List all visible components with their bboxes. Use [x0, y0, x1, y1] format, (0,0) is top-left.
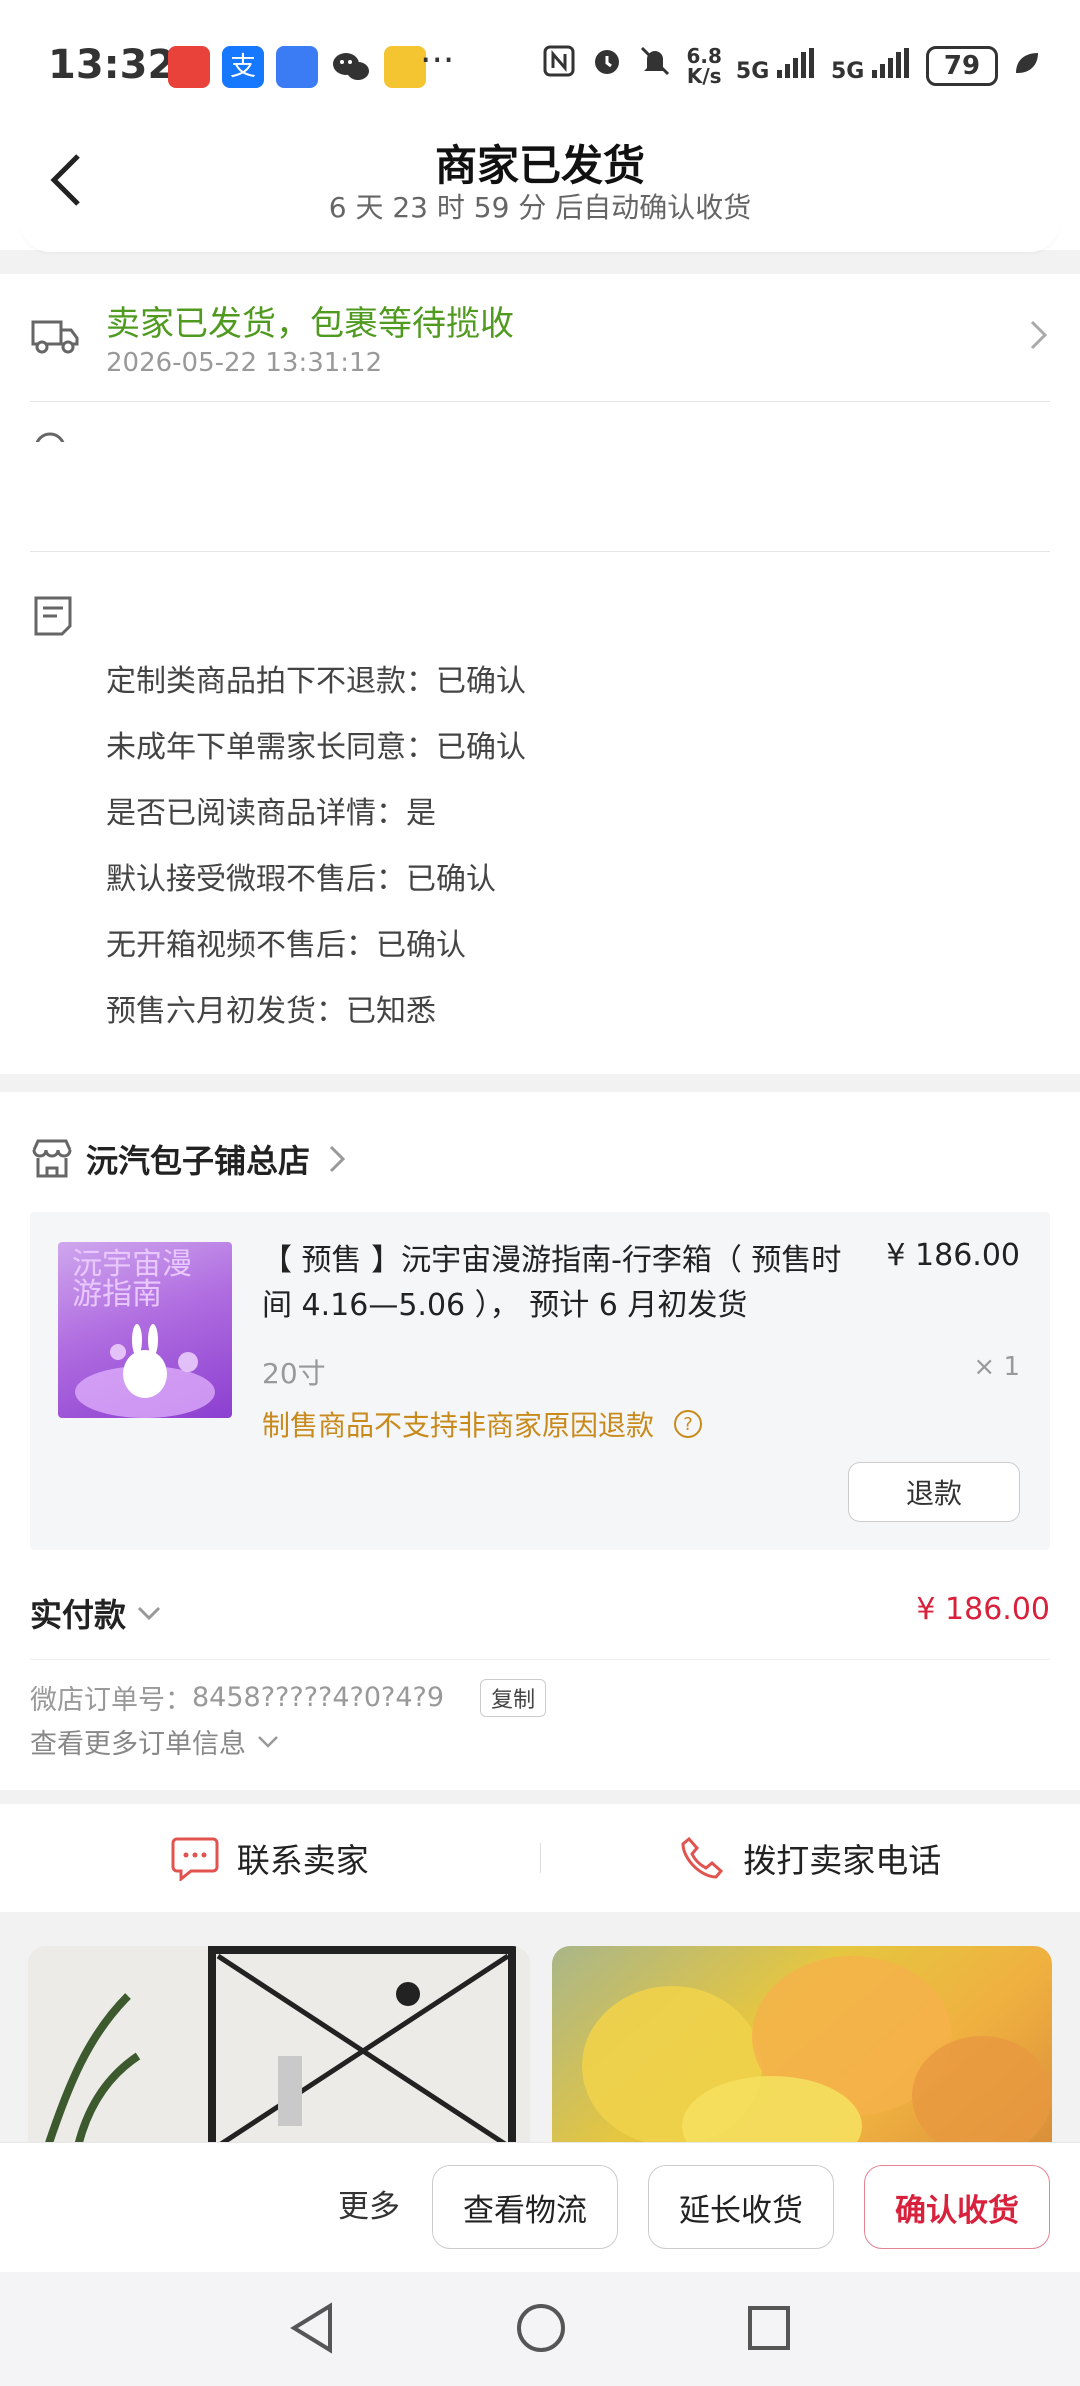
- system-navigation-bar: [0, 2272, 1080, 2386]
- address-redacted: [30, 442, 1050, 512]
- remark-line: 未成年下单需家长同意：已确认: [106, 730, 526, 765]
- note-icon: [34, 596, 72, 636]
- alipay-icon: 支: [222, 46, 264, 88]
- chevron-down-icon: [258, 1735, 278, 1748]
- contact-seller-button[interactable]: 联系卖家: [0, 1834, 540, 1882]
- chevron-down-icon: [137, 1606, 161, 1621]
- copy-button[interactable]: 复制: [480, 1678, 547, 1717]
- refund-button[interactable]: 退款: [848, 1462, 1020, 1522]
- store-icon: [32, 1139, 72, 1178]
- more-order-info-label: 查看更多订单信息: [30, 1729, 246, 1760]
- refund-warning: 制售商品不支持非商家原因退款 ?: [262, 1404, 703, 1444]
- recommended-product[interactable]: [28, 1946, 530, 2146]
- truck-icon: [31, 320, 79, 354]
- nav-home-icon[interactable]: [516, 2302, 566, 2354]
- product-price: ¥ 186.00: [886, 1238, 1020, 1273]
- order-number-row: 微店订单号： 8458?????4?0?4?9 复制: [30, 1678, 547, 1717]
- xinhua-news-icon: [168, 46, 210, 88]
- paid-amount-row: 实付款 ¥ 186.00: [30, 1560, 1050, 1660]
- alarm-icon: [590, 44, 624, 87]
- product-quantity: × 1: [973, 1352, 1020, 1382]
- nfc-icon: [542, 44, 576, 87]
- shipping-status: 卖家已发货，包裹等待揽收: [106, 304, 514, 344]
- order-number-label: 微店订单号：: [30, 1685, 192, 1716]
- nav-back-icon[interactable]: [288, 2302, 336, 2354]
- shipping-time: 2026-05-22 13:31:12: [106, 348, 383, 378]
- more-notifications-icon: ···: [420, 40, 455, 81]
- remark-line: 预售六月初发货：已知悉: [106, 994, 436, 1029]
- chevron-right-icon: [1030, 320, 1048, 350]
- status-bar: 13:32 支 ··· 6.8 K/s 5G 5G 79: [0, 0, 1080, 130]
- remark-line: 默认接受微瑕不售后：已确认: [106, 862, 496, 897]
- shipping-status-row[interactable]: 卖家已发货，包裹等待揽收 2026-05-22 13:31:12: [30, 274, 1050, 402]
- paid-label-toggle[interactable]: 实付款: [30, 1590, 162, 1636]
- order-action-bar: 更多 查看物流 延长收货 确认收货: [0, 2142, 1080, 2272]
- refund-warning-text: 制售商品不支持非商家原因退款: [262, 1409, 655, 1442]
- notification-icons: 支: [168, 46, 426, 88]
- assistant-icon: [276, 46, 318, 88]
- recommended-product[interactable]: [552, 1946, 1052, 2146]
- call-seller-button[interactable]: 拨打卖家电话: [541, 1834, 1080, 1882]
- goods-item[interactable]: 沅宇宙漫游指南 【 预售 】沅宇宙漫游指南-行李箱（ 预售时间 4.16—5.0…: [30, 1212, 1050, 1550]
- remark-line: 是否已阅读商品详情：是: [106, 796, 436, 831]
- order-number: 8458?????4?0?4?9: [192, 1682, 445, 1713]
- product-spec: 20寸: [262, 1357, 326, 1390]
- remark-line: 定制类商品拍下不退款：已确认: [106, 664, 526, 699]
- contact-bar: 联系卖家 拨打卖家电话: [0, 1804, 1080, 1912]
- clock: 13:32: [48, 42, 176, 88]
- shop-header[interactable]: 沅汽包子铺总店: [30, 1124, 346, 1194]
- paid-amount: ¥ 186.00: [916, 1592, 1050, 1627]
- leaf-icon: [1012, 46, 1040, 86]
- contact-seller-label: 联系卖家: [236, 1841, 369, 1880]
- help-icon[interactable]: ?: [674, 1410, 703, 1438]
- signal-1: 5G: [736, 47, 817, 84]
- shop-card: 沅汽包子铺总店 沅宇宙漫游指南 【 预售 】沅宇宙漫游指南-行李箱（ 预售时间 …: [0, 1092, 1080, 1790]
- product-photo: [582, 1956, 1052, 2146]
- chevron-right-icon: [329, 1145, 346, 1173]
- product-photo: [28, 1946, 530, 2146]
- paid-label: 实付款: [30, 1596, 127, 1634]
- header-curve: [20, 222, 1060, 252]
- battery-icon: 79: [926, 45, 998, 86]
- address-row[interactable]: [30, 402, 1050, 552]
- system-status-icons: 6.8 K/s 5G 5G 79: [542, 44, 1040, 87]
- product-thumbnail[interactable]: 沅宇宙漫游指南: [58, 1242, 232, 1418]
- nav-recents-icon[interactable]: [746, 2302, 792, 2354]
- phone-icon: [681, 1836, 724, 1879]
- mute-icon: [638, 44, 672, 87]
- confirm-receipt-button[interactable]: 确认收货: [864, 2165, 1050, 2249]
- wechat-icon: [330, 46, 372, 88]
- more-order-info[interactable]: 查看更多订单信息: [30, 1722, 280, 1761]
- auto-confirm-countdown: 6 天 23 时 59 分 后自动确认收货: [328, 191, 752, 224]
- more-actions-button[interactable]: 更多: [338, 2181, 400, 2226]
- extend-receipt-button[interactable]: 延长收货: [648, 2165, 834, 2249]
- order-info-card: 卖家已发货，包裹等待揽收 2026-05-22 13:31:12 定制类商品拍下…: [0, 274, 1080, 1074]
- view-logistics-button[interactable]: 查看物流: [432, 2165, 618, 2249]
- bunny-illustration: [75, 1324, 215, 1418]
- signal-2: 5G: [831, 47, 912, 84]
- page-title: 商家已发货: [434, 141, 645, 190]
- chat-icon: [171, 1837, 219, 1881]
- recommendations: [28, 1946, 1052, 2146]
- remark-line: 无开箱视频不售后：已确认: [106, 928, 466, 963]
- net-speed: 6.8 K/s: [686, 43, 722, 88]
- call-seller-label: 拨打卖家电话: [743, 1841, 942, 1880]
- shop-name: 沅汽包子铺总店: [86, 1142, 311, 1180]
- product-title: 【 预售 】沅宇宙漫游指南-行李箱（ 预售时间 4.16—5.06 ）， 预计 …: [262, 1243, 842, 1323]
